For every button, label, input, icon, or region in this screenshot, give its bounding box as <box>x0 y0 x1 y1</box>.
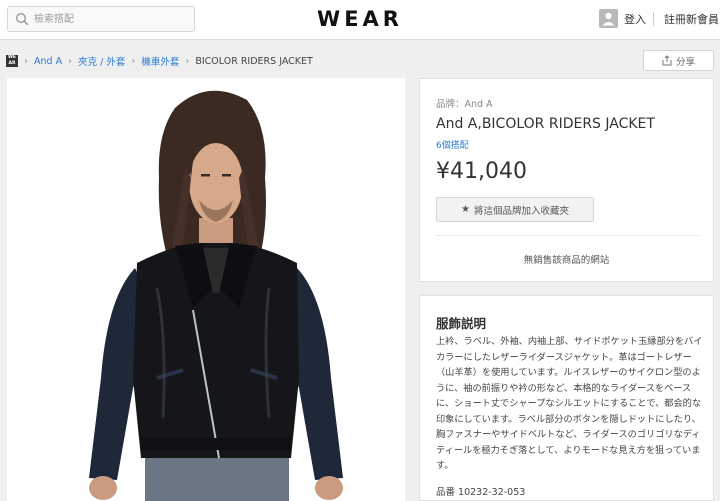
favorite-label: 將這個品牌加入收藏夾 <box>473 205 569 217</box>
description-body: 上衿、ラベル、外袖、内袖上部、サイドポケット玉縁部分をバイカラーにしたレザーライ… <box>436 336 703 471</box>
breadcrumb-current: BICOLOR RIDERS JACKET <box>195 55 313 67</box>
header-divider <box>653 12 654 26</box>
description-title: 服飾説明 <box>436 316 487 331</box>
register-link[interactable]: 註冊新會員 <box>664 11 719 27</box>
search-input[interactable] <box>34 7 190 31</box>
model-wearing-jacket-image <box>7 78 405 501</box>
brand-label[interactable]: 品牌：And A <box>436 96 493 110</box>
top-header: WEAR 登入 註冊新會員 <box>0 0 720 40</box>
chevron-right-icon: › <box>24 55 28 67</box>
product-price: ¥41,040 <box>436 159 527 184</box>
add-brand-favorite-button[interactable]: ★ 將這個品牌加入收藏夾 <box>436 197 594 222</box>
product-info-card: 品牌：And A And A,BICOLOR RIDERS JACKET 6個搭… <box>419 78 714 282</box>
user-icon[interactable] <box>599 9 618 28</box>
wear-logo[interactable]: WEAR <box>300 7 420 31</box>
breadcrumb-brand-link[interactable]: And A <box>34 56 62 67</box>
login-link[interactable]: 登入 <box>624 11 646 27</box>
breadcrumb-subcategory-link[interactable]: 機車外套 <box>141 54 179 68</box>
divider <box>436 235 699 236</box>
description-card: 服飾説明 上衿、ラベル、外袖、内袖上部、サイドポケット玉縁部分をバイカラーにした… <box>419 295 714 501</box>
chevron-right-icon: › <box>131 55 136 67</box>
breadcrumb: WE AR › And A › 夾克 / 外套 › 機車外套 › BICOLOR … <box>6 53 313 69</box>
no-store-notice: 無銷售該商品的網站 <box>523 255 610 266</box>
search-box[interactable] <box>7 6 195 32</box>
chevron-right-icon: › <box>185 55 190 67</box>
chevron-right-icon: › <box>68 55 73 67</box>
product-photo[interactable] <box>7 78 405 501</box>
search-icon <box>15 12 29 26</box>
breadcrumb-category-link[interactable]: 夾克 / 外套 <box>78 54 125 68</box>
product-sku: 品番 10232-32-053 <box>436 487 526 498</box>
share-label: 分享 <box>675 56 695 68</box>
product-title: And A,BICOLOR RIDERS JACKET <box>436 116 655 132</box>
coordinates-link[interactable]: 6個搭配 <box>436 138 469 151</box>
share-button[interactable]: 分享 <box>643 50 714 71</box>
star-icon: ★ <box>461 204 470 215</box>
wear-home-icon[interactable]: WE AR <box>6 55 18 67</box>
share-icon <box>662 55 672 66</box>
